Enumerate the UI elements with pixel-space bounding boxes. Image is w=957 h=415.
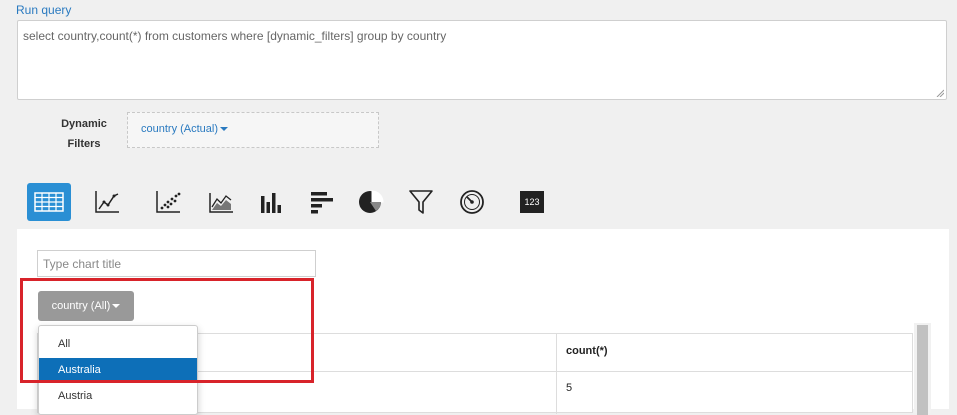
pie-chart-icon [359,190,384,213]
country-option-all[interactable]: All [39,332,197,356]
column-divider [556,334,557,414]
table-view-button[interactable] [27,183,71,221]
funnel-icon [409,190,433,214]
caret-down-icon [220,127,229,132]
bar-chart-button[interactable] [249,183,293,221]
area-chart-button[interactable] [199,183,243,221]
scatter-chart-button[interactable] [146,183,190,221]
area-chart-icon [209,193,233,213]
line-chart-button[interactable] [85,183,129,221]
funnel-chart-button[interactable] [399,183,443,221]
dynamic-filters-label: Dynamic Filters [61,118,107,150]
number-display-button[interactable]: 123 [510,183,554,221]
horizontal-bar-chart-button[interactable] [299,183,343,221]
filter-chip-label: country (Actual) [141,123,219,135]
country-actual-filter-chip[interactable]: country (Actual) [141,123,229,135]
query-editor[interactable]: select country,count(*) from customers w… [17,20,947,100]
number-icon: 123 [520,191,544,213]
column-header-count[interactable]: count(*) [566,345,608,357]
horizontal-bar-chart-icon [311,192,333,214]
chart-title-input[interactable] [37,250,316,277]
line-chart-icon [95,191,119,213]
scatter-chart-icon [156,191,181,213]
gauge-chart-button[interactable] [450,183,494,221]
dynamic-filters-dropzone[interactable]: country (Actual) [127,112,379,148]
gauge-icon [460,190,484,214]
country-option-australia[interactable]: Australia [39,358,197,382]
resize-grip-icon[interactable] [936,89,944,97]
country-option-austria[interactable]: Austria [39,384,197,408]
country-filter-menu: All Australia Austria [38,325,198,415]
query-text: select country,count(*) from customers w… [23,29,447,43]
country-filter-dropdown-button[interactable]: country (All) [38,291,134,321]
bar-chart-icon [261,193,281,213]
table-scrollbar-thumb[interactable] [917,325,928,415]
country-filter-label: country (All) [51,300,111,312]
caret-down-icon [112,304,121,308]
run-query-link[interactable]: Run query [16,3,71,17]
table-cell-count: 5 [566,382,573,394]
table-icon [34,192,64,212]
pie-chart-button[interactable] [349,183,393,221]
